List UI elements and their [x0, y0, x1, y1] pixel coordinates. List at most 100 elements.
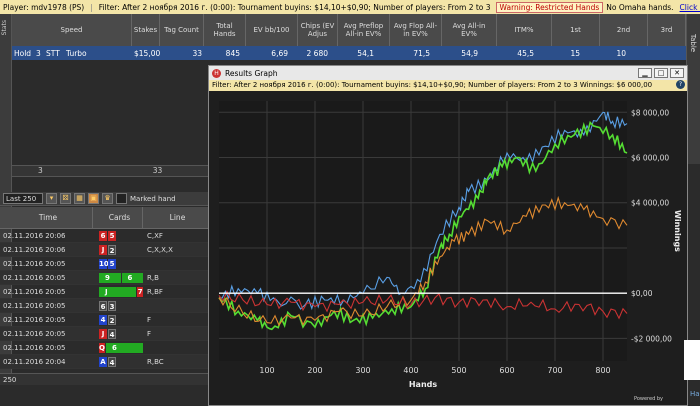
help-icon[interactable]: ? — [676, 80, 685, 89]
cell-avg-preflop: 54,1 — [357, 48, 374, 58]
minimize-icon[interactable]: ▁ — [638, 68, 652, 78]
hand-row[interactable]: 02.11.2016 20:05 4 2 F — [0, 313, 208, 327]
hand-row[interactable]: 02.11.2016 20:05 6 3 — [0, 299, 208, 313]
x-tick-label: 200 — [307, 366, 322, 375]
hand-line: F — [147, 329, 152, 338]
total-players: 3 — [38, 166, 43, 175]
hand-line: C,X,X,X — [147, 245, 173, 254]
col-avg-preflop[interactable]: Avg Preflop All-in EV% — [338, 14, 390, 46]
cell-avg-allin: 54,9 — [461, 48, 478, 58]
hand-cards: Q6 — [93, 342, 143, 353]
card: 6 — [99, 300, 107, 311]
grid-icon[interactable]: ▦ — [74, 193, 85, 204]
app-logo-icon: H — [212, 68, 221, 78]
col-2nd[interactable]: 2nd — [600, 14, 648, 46]
stats-totals: 3 33 — [12, 165, 208, 177]
cell-game: Hold — [14, 48, 32, 58]
cell-tag-count: 33 — [192, 48, 202, 58]
restricted-warning: Warning: Restricted Hands — [495, 1, 604, 13]
col-avg-allin[interactable]: Avg All-in EV% — [442, 14, 497, 46]
hands-toolbar: Last 250 ▾ ⚄ ▦ ▣ ♛ Marked hand — [0, 192, 208, 206]
col-ev-bb[interactable]: EV bb/100 — [246, 14, 298, 46]
hands-header: Time Cards Line — [0, 207, 208, 229]
x-tick-label: 600 — [499, 366, 514, 375]
x-tick-label: 400 — [403, 366, 418, 375]
hand-line: R,B — [147, 273, 159, 282]
stats-header: Speed Stakes Tag Count Total Hands EV bb… — [12, 14, 686, 46]
hand-row[interactable]: 02.11.2016 20:05 J 7 R,BF — [0, 285, 208, 299]
hand-time: 02.11.2016 20:05 — [3, 273, 66, 282]
x-tick-label: 800 — [595, 366, 610, 375]
hand-line: F — [147, 315, 152, 324]
dice-icon[interactable]: ⚄ — [60, 193, 71, 204]
x-axis-label: Hands — [409, 380, 438, 389]
y-tick-label: $6 000,00 — [631, 154, 669, 163]
card: 3 — [108, 300, 116, 311]
x-tick-label: 100 — [259, 366, 274, 375]
hand-row[interactable]: 02.11.2016 20:04 A 4 R,BC — [0, 355, 208, 369]
stats-row[interactable]: Hold 3 STT Turbo $15,00 33 845 6,69 2 68… — [12, 46, 686, 60]
col-tag-count[interactable]: Tag Count — [160, 14, 204, 46]
hand-row[interactable]: 02.11.2016 20:06 J 2 C,X,X,X — [0, 243, 208, 257]
hand-line: C,XF — [147, 231, 163, 240]
hand-time: 02.11.2016 20:06 — [3, 231, 66, 240]
card: 4 — [108, 328, 116, 339]
hands-range-select[interactable]: Last 250 — [3, 193, 43, 204]
card: 6 — [121, 272, 143, 283]
no-omaha-label: No Omaha hands. — [606, 2, 674, 12]
results-graph-window: H Results Graph ▁ □ ✕ Filter: After 2 но… — [208, 65, 688, 406]
hand-time: 02.11.2016 20:05 — [3, 287, 66, 296]
x-tick-label: 300 — [355, 366, 370, 375]
hand-cards: A4 — [93, 356, 143, 367]
card: J — [99, 328, 107, 339]
filter-icon[interactable]: ▾ — [46, 193, 57, 204]
cell-1st: 15 — [570, 48, 580, 58]
col-chips-ev[interactable]: Chips (EV Adjus — [298, 14, 338, 46]
bottom-panel — [0, 385, 208, 406]
table-side-tab[interactable]: Table — [686, 14, 700, 164]
filter-label: Filter: After 2 ноября 2016 г. (0:00): T… — [98, 2, 491, 12]
col-1st[interactable]: 1st — [552, 14, 600, 46]
card: 6 — [99, 230, 107, 241]
col-total-hands[interactable]: Total Hands — [204, 14, 246, 46]
col-itm[interactable]: ITM% — [497, 14, 552, 46]
hand-time: 02.11.2016 20:05 — [3, 301, 66, 310]
hand-row[interactable]: 02.11.2016 20:05 J 4 F — [0, 327, 208, 341]
side-icons-panel — [684, 340, 700, 380]
col-line[interactable]: Line — [143, 207, 208, 228]
results-chart[interactable]: 100 200 300 400 500 600 700 800 -$2 000,00 $0,00 $… — [209, 91, 687, 406]
hand-row[interactable]: 02.11.2016 20:06 6 5 C,XF — [0, 229, 208, 243]
hand-row[interactable]: 02.11.2016 20:05 10 5 — [0, 257, 208, 271]
cell-2nd: 10 — [616, 48, 626, 58]
trophy-icon[interactable]: ♛ — [102, 193, 113, 204]
card: 10 — [99, 258, 109, 269]
close-window-icon[interactable]: ✕ — [670, 68, 684, 78]
hand-row[interactable]: 02.11.2016 20:05 9 6 R,B — [0, 271, 208, 285]
col-speed[interactable]: Speed — [12, 14, 132, 46]
hand-time: 02.11.2016 20:06 — [3, 245, 66, 254]
hand-cards: 63 — [93, 300, 143, 311]
hand-cards: 42 — [93, 314, 143, 325]
card: 5 — [108, 230, 116, 241]
total-tag-count: 33 — [152, 166, 163, 175]
col-3rd[interactable]: 3rd — [648, 14, 686, 46]
card: 2 — [108, 244, 116, 255]
col-avg-flop[interactable]: Avg Flop All-in EV% — [390, 14, 442, 46]
hand-row[interactable]: 02.11.2016 20:05 Q 6 — [0, 341, 208, 355]
card: A — [99, 356, 107, 367]
card: J — [99, 244, 107, 255]
help-link[interactable]: Ha — [690, 390, 700, 398]
col-time[interactable]: Time — [0, 207, 93, 228]
col-stakes[interactable]: Stakes — [132, 14, 160, 46]
player-label: Player: mdv1978 (PS) — [3, 2, 85, 12]
unlock-link[interactable]: Click here to unlock — [677, 3, 700, 12]
powered-by-label: Powered by — [634, 396, 663, 402]
x-tick-label: 500 — [451, 366, 466, 375]
marked-checkbox[interactable] — [116, 193, 127, 204]
maximize-icon[interactable]: □ — [654, 68, 668, 78]
col-cards[interactable]: Cards — [93, 207, 143, 228]
cell-avg-flop: 71,5 — [413, 48, 430, 58]
cell-chips-ev: 2 680 — [306, 48, 328, 58]
cards-icon[interactable]: ▣ — [88, 193, 99, 204]
cell-itm: 45,5 — [517, 48, 534, 58]
